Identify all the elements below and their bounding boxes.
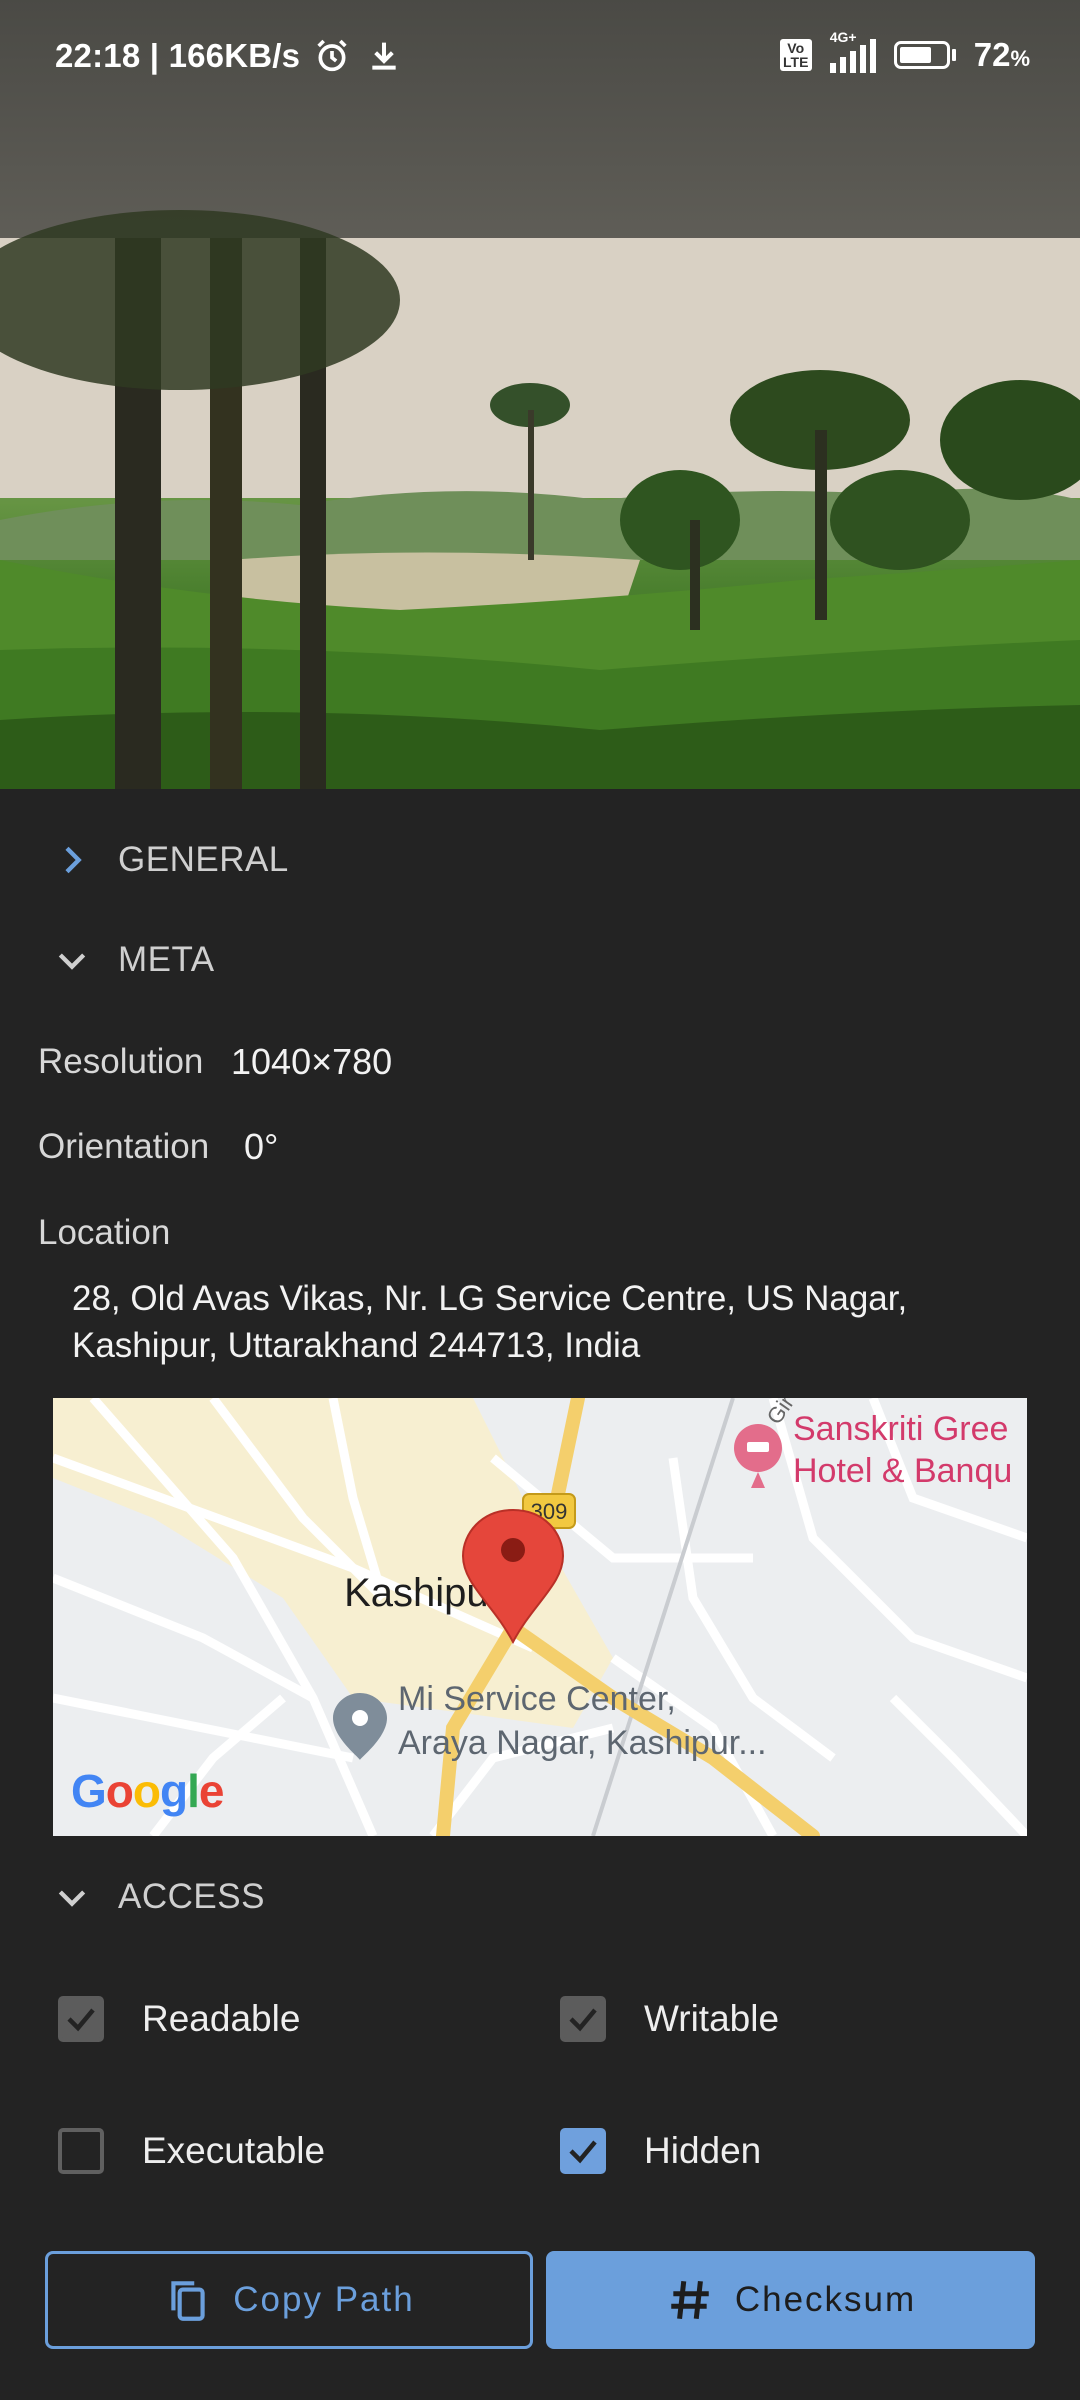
- check-icon: [569, 2140, 597, 2164]
- address-line-1: 28, Old Avas Vikas, Nr. LG Service Centr…: [72, 1279, 908, 1318]
- resolution-value: 1040×780: [231, 1041, 393, 1082]
- chevron-right-icon: [65, 846, 82, 874]
- readable-check-box[interactable]: [58, 1996, 104, 2042]
- battery-icon: [893, 41, 956, 69]
- check-icon: [569, 2008, 597, 2032]
- readable-label: Readable: [142, 1998, 301, 2039]
- section-meta[interactable]: META: [52, 940, 215, 980]
- poi-service-line1: Mi Service Center,: [398, 1680, 676, 1718]
- poi-hotel-line1: Sanskriti Gree: [793, 1410, 1008, 1448]
- section-general[interactable]: GENERAL: [52, 840, 289, 880]
- checksum-label: Checksum: [734, 2280, 917, 2319]
- check-icon: [67, 2008, 95, 2032]
- location-label: Location: [38, 1213, 171, 1252]
- orientation-value: 0°: [244, 1126, 279, 1167]
- chevron-down-icon: [58, 1890, 86, 1907]
- writable-check-box[interactable]: [560, 1996, 606, 2042]
- network-type: 4G+: [829, 29, 857, 45]
- download-icon: [372, 42, 396, 70]
- chevron-down-icon: [58, 953, 86, 970]
- status-time-speed: 22:18 | 166KB/s: [55, 37, 301, 74]
- orientation-label: Orientation: [38, 1127, 210, 1166]
- volte-icon: Vo LTE: [779, 39, 812, 71]
- copy-path-label: Copy Path: [233, 2280, 415, 2319]
- google-logo: Google: [71, 1765, 224, 1817]
- hidden-check-box[interactable]: [560, 2128, 606, 2174]
- hidden-label: Hidden: [644, 2130, 762, 2171]
- photo-preview[interactable]: [0, 0, 1080, 789]
- executable-label: Executable: [142, 2130, 326, 2171]
- hash-icon: [671, 2280, 709, 2320]
- signal-icon: 4G+: [829, 29, 876, 73]
- battery-level: 72%: [973, 36, 1030, 73]
- checksum-button[interactable]: Checksum: [546, 2251, 1035, 2349]
- landscape-illustration: [0, 210, 1080, 789]
- section-access[interactable]: ACCESS: [52, 1877, 265, 1917]
- executable-check-box[interactable]: [58, 2128, 104, 2174]
- alarm-icon: [317, 39, 347, 72]
- writable-checkbox[interactable]: Writable: [560, 1996, 779, 2042]
- executable-checkbox[interactable]: Executable: [58, 2128, 325, 2174]
- location-map[interactable]: 309 Gir Sanskriti Gree Hotel & Banqu Kas…: [53, 1398, 1027, 1836]
- section-access-label: ACCESS: [118, 1877, 265, 1916]
- location-address: 28, Old Avas Vikas, Nr. LG Service Centr…: [72, 1275, 1022, 1369]
- status-bar: 22:18 | 166KB/s Vo LTE 4G+ 72%: [0, 0, 1080, 116]
- readable-checkbox[interactable]: Readable: [58, 1996, 300, 2042]
- hidden-checkbox[interactable]: Hidden: [560, 2128, 761, 2174]
- section-general-label: GENERAL: [118, 840, 289, 879]
- address-line-2: Kashipur, Uttarakhand 244713, India: [72, 1326, 641, 1365]
- poi-hotel-line2: Hotel & Banqu: [793, 1452, 1012, 1490]
- section-meta-label: META: [118, 940, 215, 979]
- writable-label: Writable: [644, 1998, 780, 2039]
- resolution-label: Resolution: [38, 1042, 204, 1081]
- copy-icon: [171, 2281, 205, 2321]
- copy-path-button[interactable]: Copy Path: [45, 2251, 533, 2349]
- poi-service-line2: Araya Nagar, Kashipur...: [398, 1724, 767, 1762]
